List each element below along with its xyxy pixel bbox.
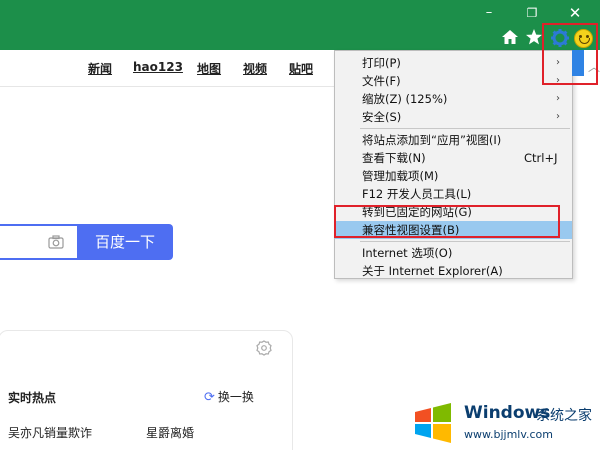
search-input[interactable] (0, 224, 77, 260)
callout-box-gear (542, 23, 598, 85)
watermark-url: www.bjjmlv.com (464, 428, 553, 441)
nav-link-news[interactable]: 新闻 (88, 60, 112, 77)
nav-link-video[interactable]: 视频 (243, 60, 267, 77)
menu-item-label: 查看下载(N) (362, 151, 426, 165)
nav-link-tieba[interactable]: 贴吧 (289, 60, 313, 77)
refresh-button[interactable]: ⟳ 换一换 (204, 388, 254, 405)
chevron-right-icon: › (556, 111, 560, 122)
callout-box-compat (334, 205, 560, 238)
maximize-button[interactable]: ❐ (518, 2, 546, 24)
menu-item-label: 缩放(Z) (125%) (362, 92, 448, 106)
menu-item-label: 文件(F) (362, 74, 401, 88)
menu-item-label: 将站点添加到“应用”视图(I) (362, 133, 502, 147)
menu-separator (360, 128, 570, 129)
menu-item-internet-options[interactable]: Internet 选项(O) (335, 244, 572, 262)
menu-item-label: F12 开发人员工具(L) (362, 187, 472, 201)
refresh-label: 换一换 (217, 390, 254, 404)
tools-menu: 打印(P) › 文件(F) › 缩放(Z) (125%) › 安全(S) › 将站点添加… (334, 50, 573, 279)
minimize-button[interactable]: – (475, 2, 503, 24)
menu-separator (360, 241, 570, 242)
menu-item-file[interactable]: 文件(F) › (335, 72, 572, 90)
menu-item-label: 打印(P) (362, 56, 401, 70)
menu-item-label: Internet 选项(O) (362, 246, 453, 260)
nav-link-map[interactable]: 地图 (197, 60, 221, 77)
windows-logo-icon (412, 402, 454, 444)
menu-item-security[interactable]: 安全(S) › (335, 108, 572, 126)
search-button[interactable]: 百度一下 (77, 224, 173, 260)
browser-window: – ❐ ✕ 新闻 hao123 地图 视频 贴吧 百度一下 实时热点 ⟳ 换一换… (0, 0, 600, 450)
refresh-icon: ⟳ (204, 390, 215, 405)
nav-link-hao123[interactable]: hao123 (133, 60, 183, 74)
menu-item-view-downloads[interactable]: 查看下载(N) Ctrl+J (335, 149, 572, 167)
star-icon[interactable] (524, 28, 544, 48)
menu-item-manage-addons[interactable]: 管理加载项(M) (335, 167, 572, 185)
menu-item-add-to-apps[interactable]: 将站点添加到“应用”视图(I) (335, 131, 572, 149)
home-icon[interactable] (500, 28, 520, 48)
settings-icon[interactable] (256, 340, 272, 356)
menu-item-zoom[interactable]: 缩放(Z) (125%) › (335, 90, 572, 108)
menu-item-label: 安全(S) (362, 110, 402, 124)
hot-item[interactable]: 星爵离婚 (146, 424, 194, 441)
close-button[interactable]: ✕ (561, 2, 589, 24)
nav-divider (0, 86, 335, 87)
menu-item-label: 关于 Internet Explorer(A) (362, 264, 503, 278)
watermark: Windows 系统之家 www.bjjmlv.com (412, 396, 600, 450)
menu-item-label: 管理加载项(M) (362, 169, 439, 183)
watermark-brand-cn: 系统之家 (536, 408, 592, 424)
menu-shortcut: Ctrl+J (524, 151, 558, 165)
menu-item-dev-tools[interactable]: F12 开发人员工具(L) (335, 185, 572, 203)
hot-title: 实时热点 (8, 391, 57, 405)
camera-icon[interactable] (48, 234, 64, 249)
menu-item-about-ie[interactable]: 关于 Internet Explorer(A) (335, 262, 572, 280)
hot-item[interactable]: 吴亦凡销量欺诈 (8, 424, 92, 441)
chevron-right-icon: › (556, 93, 560, 104)
menu-item-print[interactable]: 打印(P) › (335, 54, 572, 72)
